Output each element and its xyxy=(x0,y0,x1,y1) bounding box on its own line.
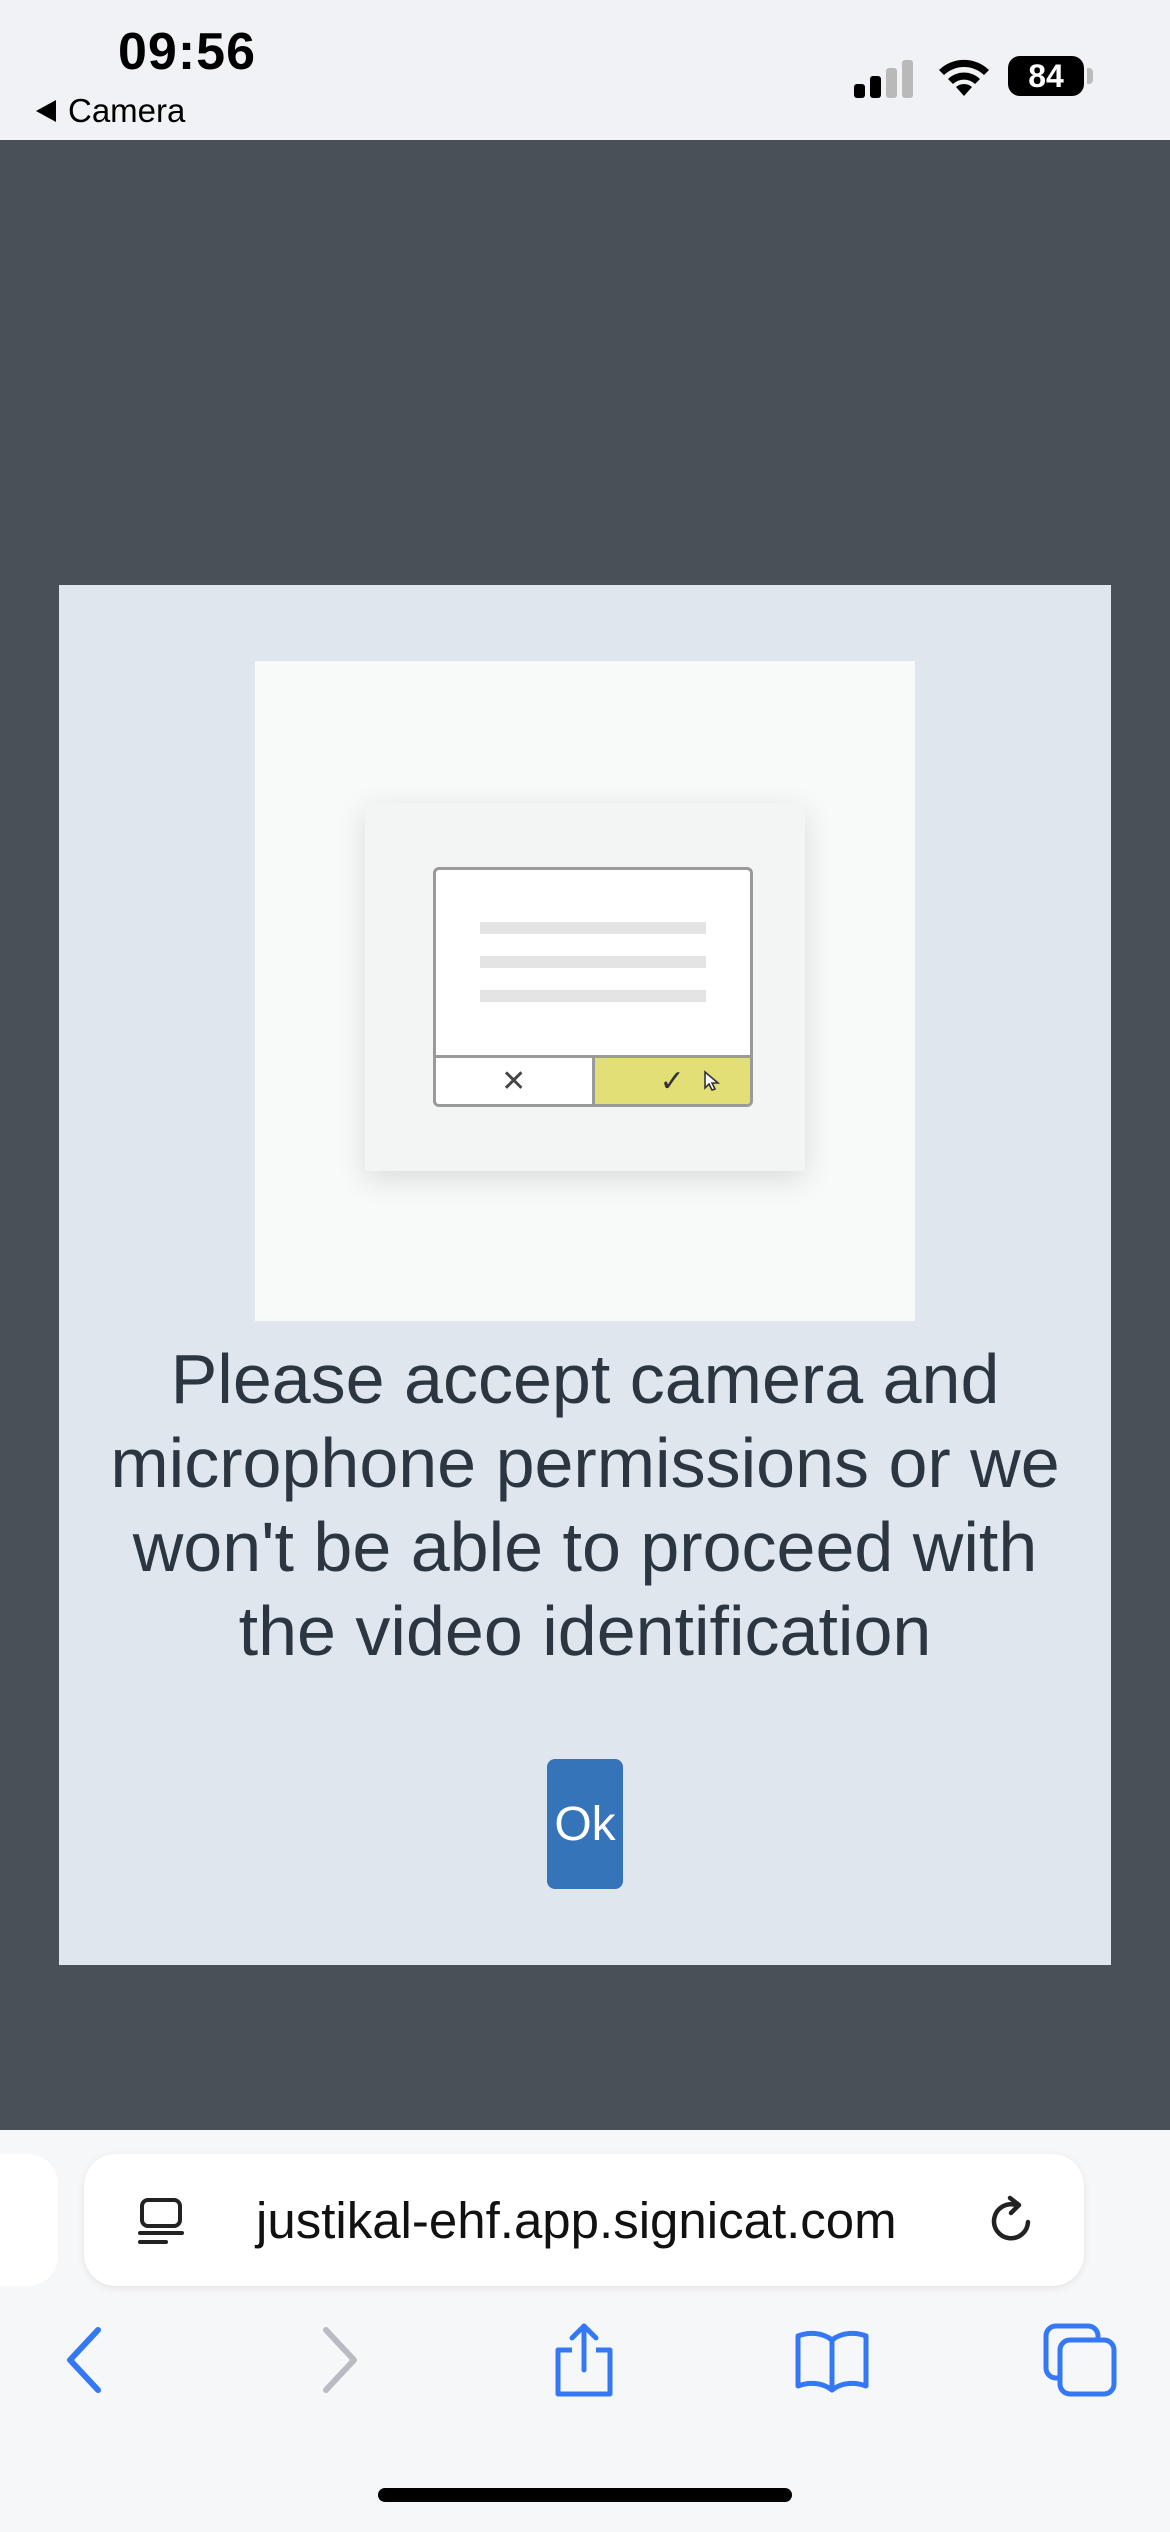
permission-illustration: ✕ ✓ xyxy=(255,661,915,1321)
illustration-line xyxy=(480,922,706,934)
reload-icon[interactable] xyxy=(984,2194,1038,2248)
back-to-app-link[interactable]: Camera xyxy=(36,92,185,130)
status-time: 09:56 xyxy=(118,23,256,81)
battery-level: 84 xyxy=(1028,57,1064,94)
back-icon[interactable] xyxy=(46,2320,126,2400)
forward-icon[interactable] xyxy=(298,2320,378,2400)
illustration-line xyxy=(480,990,706,1002)
share-icon[interactable] xyxy=(544,2320,624,2400)
back-app-label: Camera xyxy=(68,92,186,129)
illustration-deny-icon: ✕ xyxy=(436,1058,595,1104)
ok-button[interactable]: Ok xyxy=(547,1759,623,1889)
illustration-buttons: ✕ ✓ xyxy=(436,1055,750,1104)
illustration-line xyxy=(480,956,706,968)
checkmark-icon: ✓ xyxy=(659,1064,685,1098)
permission-dialog: ✕ ✓ Please accept camera and microphone … xyxy=(59,585,1111,1965)
battery-tip xyxy=(1087,68,1093,84)
permission-message: Please accept camera and microphone perm… xyxy=(110,1340,1060,1670)
bookmarks-icon[interactable] xyxy=(792,2320,872,2400)
browser-bottom-bar: justikal-ehf.app.signicat.com xyxy=(0,2130,1170,2532)
illustration-card: ✕ ✓ xyxy=(365,803,805,1171)
status-bar: 09:56 Camera 84 xyxy=(0,0,1170,140)
page-menu-icon[interactable] xyxy=(136,2196,186,2246)
wifi-icon xyxy=(939,59,989,96)
web-content: ✕ ✓ Please accept camera and microphone … xyxy=(0,140,1170,2130)
url-text[interactable]: justikal-ehf.app.signicat.com xyxy=(256,2154,897,2286)
cellular-signal-icon xyxy=(854,58,914,98)
previous-tab-preview[interactable] xyxy=(0,2154,58,2286)
home-indicator[interactable] xyxy=(378,2488,792,2502)
tabs-icon[interactable] xyxy=(1040,2320,1120,2400)
illustration-window-icon: ✕ ✓ xyxy=(433,867,753,1107)
illustration-allow-icon: ✓ xyxy=(594,1058,750,1104)
address-bar[interactable]: justikal-ehf.app.signicat.com xyxy=(84,2154,1084,2286)
browser-toolbar xyxy=(0,2320,1170,2470)
back-triangle-icon xyxy=(36,100,56,122)
battery-icon: 84 xyxy=(1008,56,1084,96)
cursor-icon xyxy=(703,1070,720,1091)
